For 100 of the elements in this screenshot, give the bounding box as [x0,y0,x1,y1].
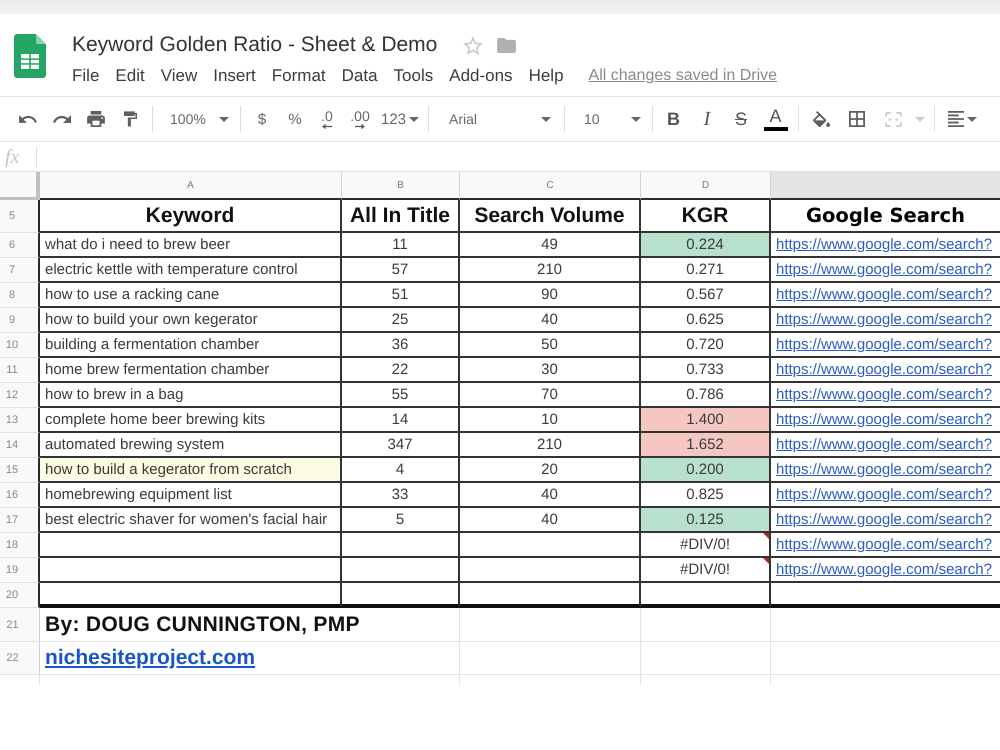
search-link[interactable]: https://www.google.com/search? [776,236,992,253]
color-swatch-icon [764,127,788,131]
keyword-cell: how to brew in a bag [40,383,342,408]
fx-label: fx [4,146,20,168]
number-format-dropdown[interactable]: 123 [377,104,423,134]
header-cell: Search Volume [460,200,641,233]
menu-item[interactable]: Edit [115,66,145,86]
search-link[interactable]: https://www.google.com/search? [776,411,992,428]
kgr-value: #DIV/0! [680,561,730,578]
row-number[interactable]: 5 [0,200,40,233]
row-number[interactable]: 7 [0,258,40,283]
menu-item[interactable]: Data [342,66,378,86]
column-header[interactable]: B [342,172,460,200]
row-number[interactable]: 19 [0,558,40,583]
strikethrough-button[interactable]: S [724,104,758,134]
row-number[interactable]: 22 [0,642,40,675]
undo-icon[interactable] [19,114,37,124]
number-cell: 11 [342,233,460,258]
keyword-cell: complete home beer brewing kits [40,408,342,433]
paint-bucket-icon[interactable] [812,111,830,127]
number-cell: 36 [342,333,460,358]
keyword-cell: how to use a racking cane [40,283,342,308]
header-cell: Google Search [771,200,1000,233]
row-number[interactable]: 16 [0,483,40,508]
currency-button[interactable]: $ [245,104,279,134]
row-number[interactable]: 11 [0,358,40,383]
kgr-value: 1.652 [686,436,724,453]
column-header[interactable]: C [460,172,641,200]
kgr-value: 0.271 [686,261,724,278]
document-title[interactable]: Keyword Golden Ratio - Sheet & Demo [72,32,438,58]
number-cell: 55 [342,383,460,408]
caret-icon[interactable] [966,116,976,122]
kgr-value: 0.786 [686,386,724,403]
row-number[interactable]: 13 [0,408,40,433]
kgr-value: 0.733 [686,361,724,378]
decrease-decimals-button[interactable]: .0 [311,104,343,134]
search-link[interactable]: https://www.google.com/search? [776,261,992,278]
row-number[interactable]: 18 [0,533,40,558]
menu-item[interactable]: Format [272,66,326,86]
text-color-button[interactable]: A [758,104,793,134]
row-number[interactable]: 6 [0,233,40,258]
row-number[interactable]: 10 [0,333,40,358]
row-number[interactable]: 21 [0,608,40,642]
column-header[interactable]: A [40,172,342,200]
keyword-cell: automated brewing system [40,433,342,458]
font-size-dropdown[interactable]: 10 [569,104,647,134]
number-cell: 347 [342,433,460,458]
zoom-dropdown[interactable]: 100% [157,104,235,134]
menu-item[interactable]: Tools [394,66,434,86]
caret-icon[interactable] [409,116,420,122]
row-number[interactable]: 14 [0,433,40,458]
menu-item[interactable]: Add-ons [449,66,513,86]
search-link[interactable]: https://www.google.com/search? [776,386,992,403]
row-number[interactable]: 20 [0,583,40,608]
percent-button[interactable]: % [279,104,311,134]
search-link[interactable]: https://www.google.com/search? [776,361,992,378]
kgr-value: 0.125 [686,511,724,528]
header-cell: All In Title [342,200,460,233]
search-link[interactable]: https://www.google.com/search? [776,536,992,553]
author-credit: By: DOUG CUNNINGTON, PMP [45,612,360,636]
column-header[interactable]: D [641,172,771,200]
borders-icon[interactable] [849,111,865,127]
row-number[interactable]: 17 [0,508,40,533]
website-link[interactable]: nichesiteproject.com [45,646,256,670]
spreadsheet-logo-icon[interactable] [14,34,46,78]
menu-item[interactable]: File [72,66,100,86]
search-link[interactable]: https://www.google.com/search? [776,561,992,578]
menu-item[interactable]: Insert [213,66,256,86]
font-dropdown[interactable]: Arial [433,104,559,134]
keyword-cell: home brew fermentation chamber [40,358,342,383]
search-link[interactable]: https://www.google.com/search? [776,461,992,478]
paint-roller-icon[interactable] [124,111,136,127]
menu-item[interactable]: Help [528,66,564,86]
save-status-link[interactable]: All changes saved in Drive [588,66,778,86]
search-link[interactable]: https://www.google.com/search? [776,286,992,303]
caret-icon[interactable] [541,116,551,122]
print-icon[interactable] [87,111,105,127]
caret-icon[interactable] [219,116,229,122]
redo-icon[interactable] [53,115,71,123]
keyword-cell: how to build your own kegerator [40,308,342,333]
row-number[interactable]: 12 [0,383,40,408]
star-icon[interactable] [463,36,484,54]
italic-button[interactable]: I [690,104,724,134]
search-link[interactable]: https://www.google.com/search? [776,336,992,353]
bold-button[interactable]: B [657,104,690,134]
row-number[interactable]: 15 [0,458,40,483]
search-link[interactable]: https://www.google.com/search? [776,486,992,503]
column-header[interactable] [771,172,1000,200]
row-number[interactable]: 8 [0,283,40,308]
menu-item[interactable]: View [160,66,198,86]
search-link[interactable]: https://www.google.com/search? [776,511,992,528]
caret-icon[interactable] [631,116,641,122]
row-number[interactable]: 9 [0,308,40,333]
increase-decimals-button[interactable]: .00 [343,104,377,134]
align-left-icon[interactable] [948,111,964,127]
number-cell: 25 [342,308,460,333]
search-link[interactable]: https://www.google.com/search? [776,436,992,453]
search-link[interactable]: https://www.google.com/search? [776,311,992,328]
kgr-value: 0.224 [686,236,724,253]
keyword-cell: best electric shaver for women's facial hair [40,508,342,533]
